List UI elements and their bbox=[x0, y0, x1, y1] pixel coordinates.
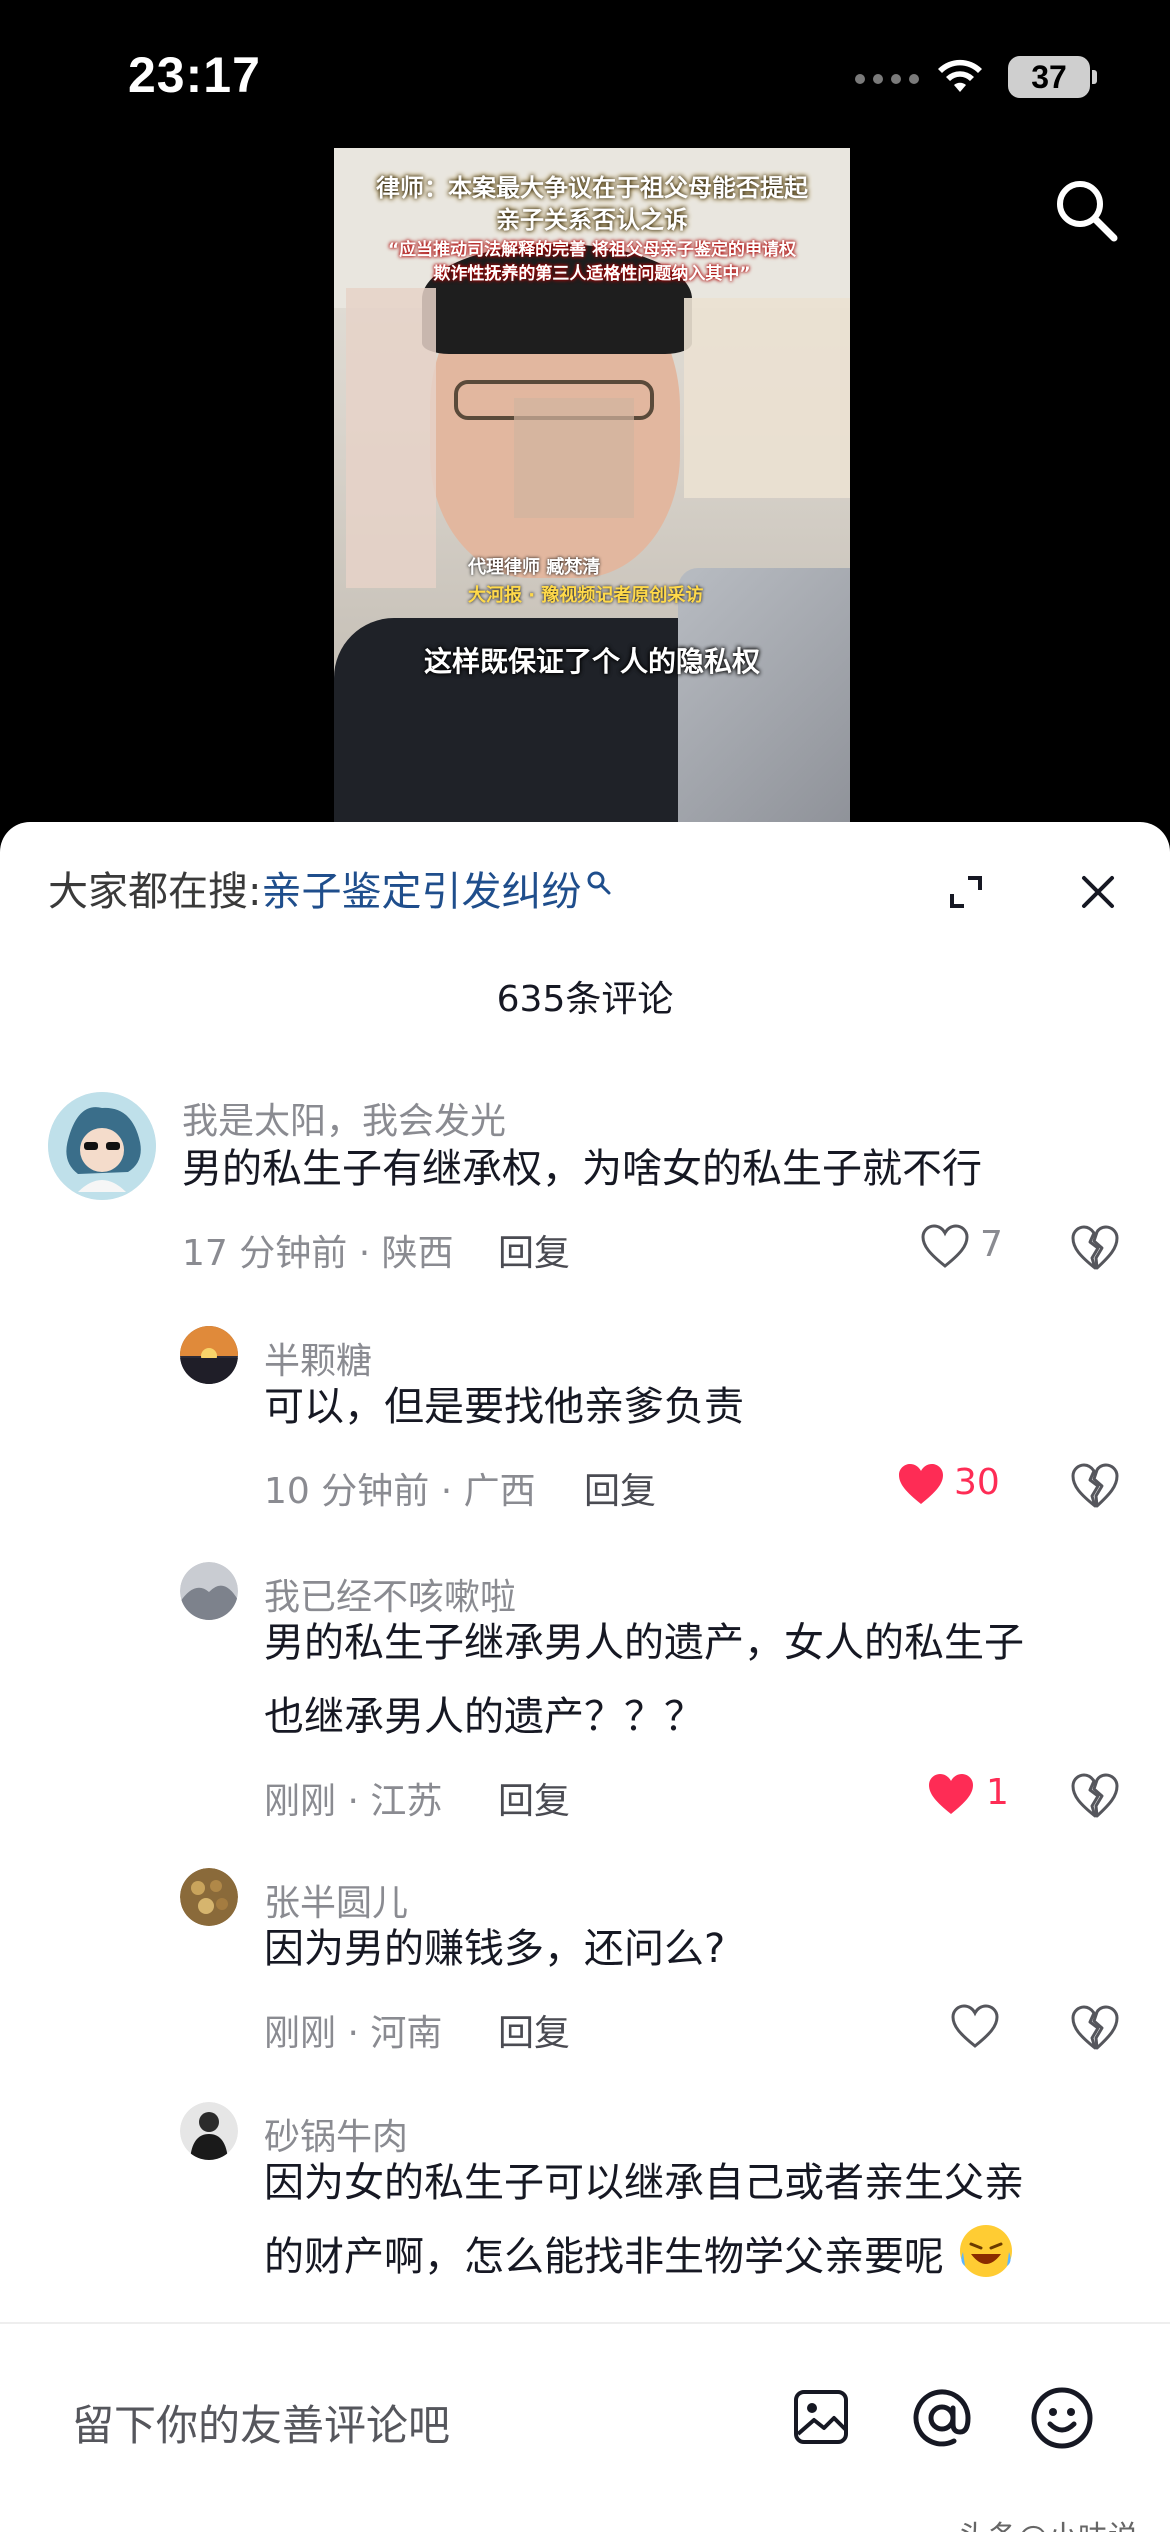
comment-meta: 刚刚 · 江苏 bbox=[264, 1781, 443, 1822]
reply-button[interactable]: 回复 bbox=[498, 1772, 570, 1824]
video-title-line2: 亲子关系否认之诉 bbox=[496, 206, 688, 234]
comment-text-line2: 的财产啊，怎么能找非生物学父亲要呢 bbox=[264, 2220, 1015, 2294]
comment-text: 因为男的赚钱多，还问么? bbox=[264, 1926, 726, 1972]
expand-icon[interactable] bbox=[946, 872, 986, 912]
video-laptop bbox=[678, 568, 850, 848]
status-time: 23:17 bbox=[128, 47, 261, 103]
at-icon[interactable] bbox=[910, 2386, 974, 2450]
comment-text-line1: 男的私生子继承男人的遗产，女人的私生子 bbox=[264, 1620, 1024, 1666]
broken-heart-icon[interactable] bbox=[1070, 2004, 1120, 2052]
video-player[interactable]: 律师：本案最大争议在于祖父母能否提起 亲子关系否认之诉 “应当推动司法解释的完善… bbox=[334, 148, 850, 848]
comment-reply-item: 我已经不咳嗽啦 男的私生子继承男人的遗产，女人的私生子 也继承男人的遗产？？？ … bbox=[0, 1562, 1170, 1842]
comment-text-line1: 因为女的私生子可以继承自己或者亲生父亲 bbox=[264, 2160, 1024, 2206]
signal-icon bbox=[855, 74, 919, 84]
avatar[interactable] bbox=[180, 1562, 238, 1620]
video-title: 律师：本案最大争议在于祖父母能否提起 亲子关系否认之诉 bbox=[334, 172, 850, 236]
comment-reply-item: 半颗糖 可以，但是要找他亲爹负责 10 分钟前 · 广西 回复 30 bbox=[0, 1326, 1170, 1526]
comment-item: 我是太阳，我会发光 男的私生子有继承权，为啥女的私生子就不行 17 分钟前 · … bbox=[0, 1092, 1170, 1292]
laughing-emoji-icon bbox=[959, 2225, 1012, 2277]
wifi-icon bbox=[938, 59, 982, 92]
video-subtitle-line2: 欺诈性抚养的第三人适格性问题纳入其中” bbox=[433, 264, 751, 284]
avatar[interactable] bbox=[48, 1092, 156, 1200]
video-subtitle: “应当推动司法解释的完善 将祖父母亲子鉴定的申请权 欺诈性抚养的第三人适格性问题… bbox=[334, 238, 850, 286]
broken-heart-icon[interactable] bbox=[1070, 1462, 1120, 1510]
search-icon bbox=[587, 871, 611, 895]
video-title-line1: 律师：本案最大争议在于祖父母能否提起 bbox=[376, 174, 808, 202]
reply-button[interactable]: 回复 bbox=[498, 2004, 570, 2056]
comment-count: 635条评论 bbox=[496, 979, 674, 1020]
like-count: 1 bbox=[986, 1772, 1009, 1813]
comment-reply-item: 砂锅牛肉 因为女的私生子可以继承自己或者亲生父亲 的财产啊，怎么能找非生物学父亲… bbox=[0, 2102, 1170, 2322]
comment-meta: 17 分钟前 · 陕西 bbox=[182, 1233, 454, 1274]
like-count: 7 bbox=[980, 1224, 1003, 1265]
battery-icon: 37 bbox=[1008, 56, 1090, 98]
avatar[interactable] bbox=[180, 1868, 238, 1926]
video-caption: 这样既保证了个人的隐私权 bbox=[423, 645, 760, 678]
heart-icon[interactable] bbox=[950, 2004, 1000, 2050]
comment-text-line2: 也继承男人的遗产？？？ bbox=[264, 1694, 704, 1740]
reply-button[interactable]: 回复 bbox=[498, 1224, 570, 1276]
video-tag-line1: 代理律师 臧梵清 bbox=[468, 557, 601, 578]
broken-heart-icon[interactable] bbox=[1070, 1772, 1120, 1820]
reply-button[interactable]: 回复 bbox=[584, 1462, 656, 1514]
trending-search[interactable]: 大家都在搜: 亲子鉴定引发纠纷 bbox=[48, 864, 613, 920]
heart-icon[interactable] bbox=[926, 1772, 976, 1818]
mosaic-blur bbox=[346, 288, 436, 588]
video-tag: 代理律师 臧梵清 大河报 · 豫视频记者原创采访 bbox=[468, 554, 703, 610]
close-icon[interactable] bbox=[1078, 872, 1118, 912]
watermark: 头条@小呋说 bbox=[958, 2512, 1138, 2532]
search-icon[interactable] bbox=[1052, 176, 1120, 244]
mosaic-blur bbox=[514, 398, 634, 518]
image-icon[interactable] bbox=[792, 2388, 850, 2446]
comment-text: 可以，但是要找他亲爹负责 bbox=[264, 1384, 744, 1430]
avatar[interactable] bbox=[180, 1326, 238, 1384]
comment-input-bar: 留下你的友善评论吧 头条@小呋说 bbox=[0, 2322, 1170, 2532]
video-subtitle-line1: “应当推动司法解释的完善 将祖父母亲子鉴定的申请权 bbox=[387, 240, 797, 260]
status-bar: 23:17 37 bbox=[0, 0, 1170, 150]
mosaic-blur bbox=[684, 298, 850, 498]
comment-text-line2-content: 的财产啊，怎么能找非生物学父亲要呢 bbox=[264, 2234, 944, 2280]
comment-meta: 10 分钟前 · 广西 bbox=[264, 1471, 536, 1512]
comment-meta: 刚刚 · 河南 bbox=[264, 2013, 443, 2054]
heart-icon[interactable] bbox=[896, 1462, 946, 1508]
like-count: 30 bbox=[954, 1462, 1000, 1503]
broken-heart-icon[interactable] bbox=[1070, 1224, 1120, 1272]
trending-search-term[interactable]: 亲子鉴定引发纠纷 bbox=[261, 864, 581, 920]
comment-sheet: 大家都在搜: 亲子鉴定引发纠纷 635条评论 我是太阳，我会发光 男的私生子有继… bbox=[0, 822, 1170, 2532]
comment-text: 男的私生子有继承权，为啥女的私生子就不行 bbox=[182, 1146, 982, 1192]
trending-search-prefix: 大家都在搜: bbox=[48, 869, 262, 915]
video-tag-line2: 大河报 · 豫视频记者原创采访 bbox=[468, 585, 704, 606]
comment-input[interactable]: 留下你的友善评论吧 bbox=[72, 2392, 450, 2453]
emoji-icon[interactable] bbox=[1030, 2386, 1094, 2450]
battery-nub bbox=[1092, 70, 1097, 84]
heart-icon[interactable] bbox=[920, 1224, 970, 1270]
comment-reply-item: 张半圆儿 因为男的赚钱多，还问么? 刚刚 · 河南 回复 bbox=[0, 1868, 1170, 2068]
avatar[interactable] bbox=[180, 2102, 238, 2160]
